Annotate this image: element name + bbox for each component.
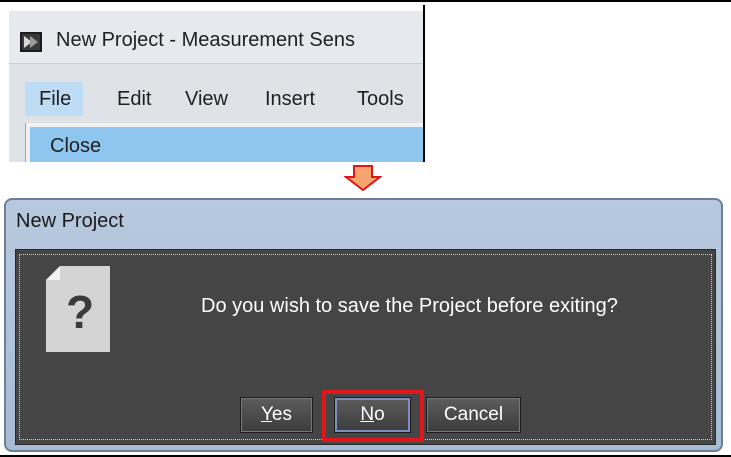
file-dropdown: Close — [25, 123, 425, 162]
top-border-line — [0, 0, 731, 2]
menu-item-close[interactable]: Close — [30, 127, 424, 162]
yes-mnemonic: Y — [260, 404, 272, 425]
yes-button[interactable]: Yes — [240, 397, 313, 433]
menu-insert[interactable]: Insert — [265, 82, 315, 116]
app-window-snippet: New Project - Measurement Sens File Edit… — [9, 5, 425, 162]
snippet-border — [423, 5, 425, 162]
svg-text:?: ? — [66, 286, 94, 338]
no-button-highlight-box — [322, 390, 424, 442]
dialog-title: New Project — [16, 210, 124, 232]
menu-view[interactable]: View — [185, 82, 228, 116]
app-title-bar: New Project - Measurement Sens — [9, 11, 425, 64]
dialog-message: Do you wish to save the Project before e… — [201, 295, 618, 317]
app-icon — [20, 32, 42, 52]
cancel-button[interactable]: Cancel — [426, 397, 521, 433]
menu-file[interactable]: File — [25, 82, 83, 116]
yes-label: es — [271, 404, 292, 425]
question-document-icon: ? — [46, 266, 110, 352]
app-window-title: New Project - Measurement Sens — [56, 29, 356, 51]
menu-tools[interactable]: Tools — [357, 82, 404, 116]
down-arrow-icon — [344, 165, 382, 191]
menu-edit[interactable]: Edit — [117, 82, 151, 116]
dialog-body: ? Do you wish to save the Project before… — [15, 249, 716, 445]
save-prompt-dialog: New Project ? Do you wish to save the Pr… — [4, 198, 723, 452]
